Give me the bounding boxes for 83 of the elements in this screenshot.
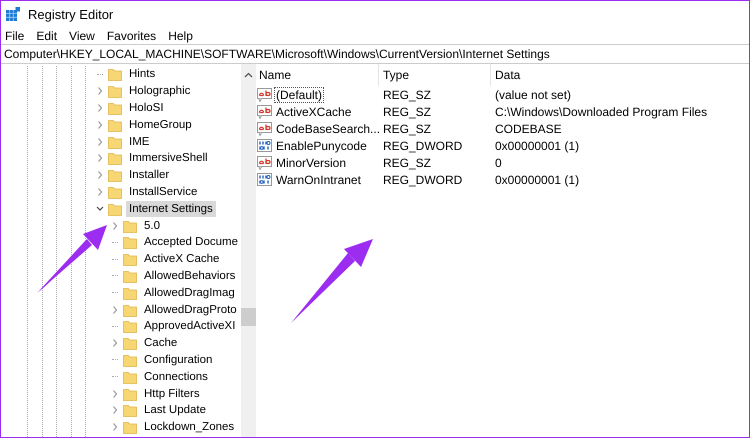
folder-icon	[123, 302, 137, 317]
value-data: 0	[494, 156, 503, 170]
folder-icon	[123, 218, 137, 233]
scroll-up-icon[interactable]	[244, 72, 253, 78]
value-type: REG_SZ	[382, 104, 432, 118]
folder-icon	[108, 100, 122, 115]
tree-item[interactable]: ApprovedActiveXI	[141, 318, 238, 334]
folder-icon	[123, 386, 137, 401]
column-header[interactable]: Name	[255, 64, 379, 86]
menu-item[interactable]: Help	[168, 28, 193, 42]
value-name[interactable]: WarnOnIntranet	[274, 172, 363, 188]
tree-item[interactable]: Hints	[126, 66, 158, 82]
folder-icon	[123, 370, 137, 384]
folder-icon	[108, 67, 122, 82]
menu-item[interactable]: Favorites	[106, 28, 156, 42]
tree-item[interactable]: AllowedBehaviors	[141, 268, 238, 284]
address-bar[interactable]: Computer\HKEY_LOCAL_MACHINE\SOFTWARE\Microsoft\Windows\CurrentVersion\Internet Settings	[1, 44, 749, 64]
binary-value-icon	[257, 172, 272, 186]
value-type: REG_DWORD	[382, 138, 464, 152]
folder-icon	[108, 134, 122, 149]
value-type: REG_DWORD	[382, 172, 464, 186]
folder-icon	[123, 420, 137, 434]
folder-icon	[108, 184, 122, 199]
tree-item[interactable]: AllowedDragProto	[141, 302, 240, 318]
tree-item[interactable]: Holographic	[126, 83, 194, 100]
annotation-arrow	[37, 225, 107, 293]
tree-item[interactable]: Installer	[126, 167, 172, 184]
menu-item[interactable]: Edit	[36, 28, 58, 42]
tree-item[interactable]: IME	[126, 134, 152, 150]
window-title: Registry Editor	[28, 6, 114, 22]
tree-item[interactable]: Lockdown_Zones	[141, 419, 238, 436]
scrollbar-thumb[interactable]	[240, 308, 256, 326]
tree-item[interactable]: Http Filters	[141, 386, 203, 402]
folder-icon	[123, 235, 137, 250]
column-header[interactable]: Type	[379, 64, 491, 86]
column-header[interactable]: Data	[491, 64, 749, 86]
menu-item[interactable]: File	[5, 28, 24, 42]
folder-icon	[108, 202, 122, 216]
string-value-icon	[257, 122, 272, 136]
tree-item[interactable]: HoloSI	[126, 100, 167, 116]
folder-icon	[123, 268, 137, 283]
tree-item[interactable]: HomeGroup	[126, 116, 195, 133]
value-name[interactable]: EnablePunycode	[274, 138, 369, 154]
value-data: C:\Windows\Downloaded Program Files	[494, 104, 708, 118]
tree-item[interactable]: InstallService	[126, 184, 200, 200]
value-data: (value not set)	[494, 88, 572, 102]
tree-item[interactable]: Accepted Docume	[141, 234, 241, 250]
folder-icon	[108, 168, 122, 182]
folder-icon	[108, 151, 122, 166]
menu-item[interactable]: View	[69, 28, 95, 42]
registry-icon	[6, 7, 20, 21]
value-name[interactable]: (Default)	[274, 86, 324, 102]
folder-icon	[108, 84, 122, 98]
tree-item[interactable]: Connections	[141, 368, 211, 385]
folder-icon	[123, 252, 137, 266]
value-data: CODEBASE	[494, 122, 563, 136]
folder-icon	[123, 319, 137, 334]
folder-icon	[123, 352, 137, 367]
tree-item[interactable]: Cache	[141, 335, 180, 352]
folder-icon	[123, 403, 137, 418]
tree-item[interactable]: Internet Settings	[126, 200, 216, 217]
value-type: REG_SZ	[382, 122, 432, 136]
tree-item[interactable]: 5.0	[141, 218, 163, 234]
value-type: REG_SZ	[382, 156, 432, 170]
string-value-icon	[257, 104, 272, 118]
binary-value-icon	[257, 138, 272, 152]
value-name[interactable]: MinorVersion	[274, 154, 348, 170]
value-data: 0x00000001 (1)	[494, 138, 580, 152]
value-data: 0x00000001 (1)	[494, 172, 580, 186]
tree-item[interactable]: Configuration	[141, 352, 216, 368]
tree-item[interactable]: ActiveX Cache	[141, 251, 222, 268]
string-value-icon	[257, 88, 272, 102]
folder-icon	[108, 118, 122, 132]
tree-item[interactable]: AllowedDragImag	[141, 284, 238, 301]
scrollbar[interactable]	[240, 64, 256, 437]
tree-item[interactable]: Last Update	[141, 402, 210, 418]
value-type: REG_SZ	[382, 88, 432, 102]
tree-item[interactable]: ImmersiveShell	[126, 150, 211, 166]
folder-icon	[123, 286, 137, 300]
value-name[interactable]: CodeBaseSearch...	[274, 120, 382, 136]
folder-icon	[123, 336, 137, 350]
value-name[interactable]: ActiveXCache	[274, 104, 354, 120]
string-value-icon	[257, 156, 272, 170]
